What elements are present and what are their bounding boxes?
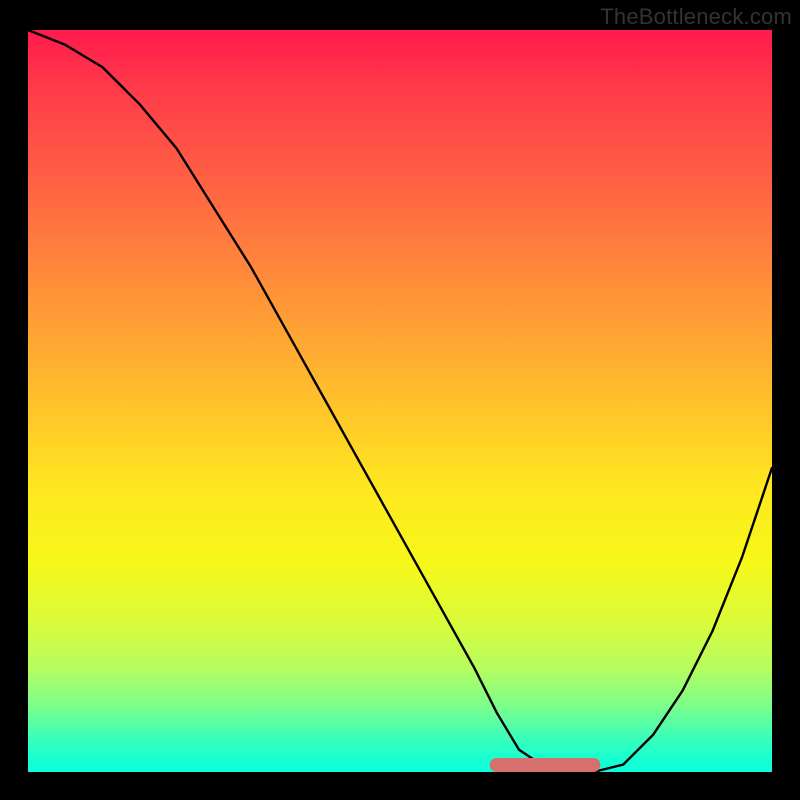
curve-svg bbox=[28, 30, 772, 772]
chart-frame: TheBottleneck.com bbox=[0, 0, 800, 800]
bottleneck-curve-path bbox=[28, 30, 772, 772]
watermark-text: TheBottleneck.com bbox=[600, 4, 792, 30]
plot-area bbox=[28, 30, 772, 772]
